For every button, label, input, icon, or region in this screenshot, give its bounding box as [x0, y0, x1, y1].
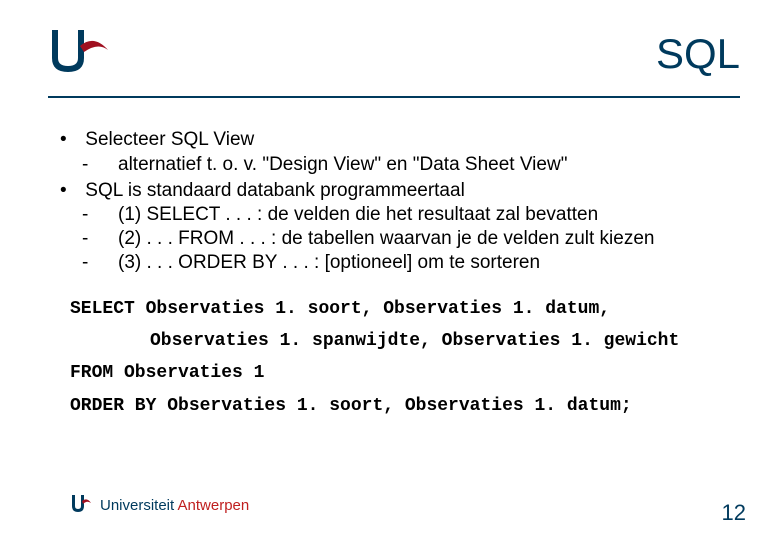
- code-line: Observaties 1. spanwijdte, Observaties 1…: [150, 325, 740, 357]
- sub-bullet-text: alternatief t. o. v. "Design View" en "D…: [118, 154, 567, 175]
- sub-bullet-item: (3) . . . ORDER BY . . . : [optioneel] o…: [118, 251, 740, 275]
- bullet-text: Selecteer SQL View: [85, 129, 254, 150]
- page-number: 12: [722, 500, 746, 526]
- code-line: ORDER BY Observaties 1. soort, Observati…: [70, 390, 740, 422]
- code-line: SELECT Observaties 1. soort, Observaties…: [70, 293, 740, 325]
- footer-text: Universiteit Antwerpen: [100, 497, 249, 514]
- sub-bullet-text: (1) SELECT . . . : de velden die het res…: [118, 204, 598, 225]
- sub-bullet-item: (1) SELECT . . . : de velden die het res…: [118, 203, 740, 227]
- bullet-item: Selecteer SQL View alternatief t. o. v. …: [64, 128, 740, 177]
- sub-bullet-text: (2) . . . FROM . . . : de tabellen waarv…: [118, 228, 654, 249]
- code-line: FROM Observaties 1: [70, 357, 740, 389]
- footer-ant: Antwerpen: [178, 497, 250, 514]
- footer-uni: Universiteit: [100, 497, 174, 514]
- header-rule: [48, 96, 740, 98]
- sql-code-block: SELECT Observaties 1. soort, Observaties…: [70, 293, 740, 423]
- slide-title: SQL: [656, 30, 740, 78]
- bullet-item: SQL is standaard databank programmeertaa…: [64, 179, 740, 275]
- slide-content: Selecteer SQL View alternatief t. o. v. …: [64, 128, 740, 422]
- sub-bullet-item: (2) . . . FROM . . . : de tabellen waarv…: [118, 227, 740, 251]
- sub-bullet-item: alternatief t. o. v. "Design View" en "D…: [118, 153, 740, 177]
- ua-small-logo-icon: [70, 494, 92, 516]
- ua-logo-icon: [48, 28, 116, 89]
- slide-header: SQL: [0, 0, 780, 95]
- sub-bullet-text: (3) . . . ORDER BY . . . : [optioneel] o…: [118, 252, 540, 273]
- bullet-text: SQL is standaard databank programmeertaa…: [85, 180, 465, 201]
- slide-footer: Universiteit Antwerpen: [70, 494, 249, 516]
